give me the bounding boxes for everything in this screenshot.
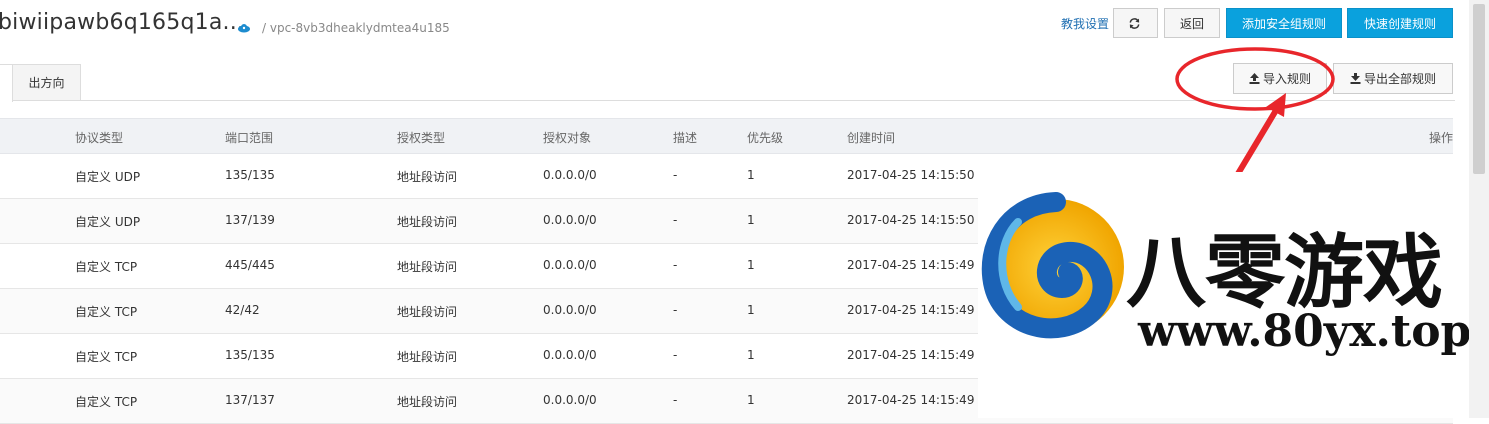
cell-protocol: 自定义 TCP [75,305,138,319]
download-icon [1350,73,1361,84]
header-auth-object: 授权对象 [543,131,592,145]
header-priority: 优先级 [747,131,784,145]
cell-auth-type: 地址段访问 [397,170,458,184]
cell-priority: 1 [747,213,755,227]
cell-port: 42/42 [225,303,260,317]
help-link[interactable]: 教我设置 [1061,15,1109,32]
cell-created-time: 2017-04-25 14:15:49 [847,348,975,362]
cell-created-time: 2017-04-25 14:15:49 [847,258,975,272]
cell-protocol: 自定义 UDP [75,215,141,229]
header-description: 描述 [673,131,698,145]
refresh-icon [1129,17,1139,29]
cell-auth-object: 0.0.0.0/0 [543,168,597,182]
swirl-logo-icon [981,192,1124,339]
cell-priority: 1 [747,393,755,407]
cell-auth-type: 地址段访问 [397,395,458,409]
header-port-range: 端口范围 [225,131,274,145]
cell-created-time: 2017-04-25 14:15:49 [847,393,975,407]
table-header: 协议类型 端口范围 授权类型 授权对象 描述 优先级 创建时间 操作 [0,118,1453,154]
vertical-scrollbar[interactable] [1469,0,1489,418]
cell-auth-object: 0.0.0.0/0 [543,213,597,227]
header-protocol: 协议类型 [75,131,124,145]
cell-auth-object: 0.0.0.0/0 [543,393,597,407]
export-all-rules-button[interactable]: 导出全部规则 [1333,63,1453,94]
cell-auth-type: 地址段访问 [397,260,458,274]
cell-description: - [673,213,678,227]
cell-protocol: 自定义 UDP [75,170,141,184]
cell-description: - [673,168,678,182]
cell-protocol: 自定义 TCP [75,350,138,364]
cell-priority: 1 [747,168,755,182]
cell-auth-type: 地址段访问 [397,305,458,319]
back-button[interactable]: 返回 [1164,8,1220,38]
cell-port: 137/137 [225,393,275,407]
cell-created-time: 2017-04-25 14:15:50 [847,213,975,227]
cell-description: - [673,258,678,272]
security-group-title: biwiipawb6q165q1a... [0,10,245,35]
cell-port: 135/135 [225,168,275,182]
add-security-rule-button[interactable]: 添加安全组规则 [1226,8,1342,38]
header-actions: 操作 [1428,131,1453,145]
quick-create-rule-button[interactable]: 快速创建规则 [1347,8,1453,38]
cell-description: - [673,303,678,317]
cell-port: 445/445 [225,258,275,272]
cell-description: - [673,393,678,407]
scrollbar-thumb[interactable] [1473,4,1485,174]
vpc-id: / vpc-8vb3dheaklydmtea4u185 [262,21,450,35]
cell-protocol: 自定义 TCP [75,395,138,409]
cloud-icon[interactable] [237,23,251,33]
cell-priority: 1 [747,303,755,317]
refresh-button[interactable] [1113,8,1158,38]
cell-auth-object: 0.0.0.0/0 [543,348,597,362]
export-all-rules-label: 导出全部规则 [1363,72,1436,86]
cell-description: - [673,348,678,362]
cell-priority: 1 [747,258,755,272]
cell-protocol: 自定义 TCP [75,260,138,274]
tabs-divider [0,100,1455,101]
tab-outbound[interactable]: 出方向 [12,64,81,100]
cell-auth-type: 地址段访问 [397,215,458,229]
cell-auth-object: 0.0.0.0/0 [543,258,597,272]
cell-port: 137/139 [225,213,275,227]
header-created-time: 创建时间 [847,131,896,145]
cell-auth-object: 0.0.0.0/0 [543,303,597,317]
cell-priority: 1 [747,348,755,362]
cell-created-time: 2017-04-25 14:15:49 [847,303,975,317]
import-rules-button[interactable]: 导入规则 [1233,63,1327,94]
watermark-logo: 八零游戏 www.80yx.top [978,172,1489,418]
import-rules-label: 导入规则 [1262,72,1311,86]
cell-auth-type: 地址段访问 [397,350,458,364]
watermark-url: www.80yx.top [1138,306,1472,357]
cell-created-time: 2017-04-25 14:15:50 [847,168,975,182]
cell-port: 135/135 [225,348,275,362]
upload-icon [1249,73,1260,84]
header-auth-type: 授权类型 [397,131,446,145]
